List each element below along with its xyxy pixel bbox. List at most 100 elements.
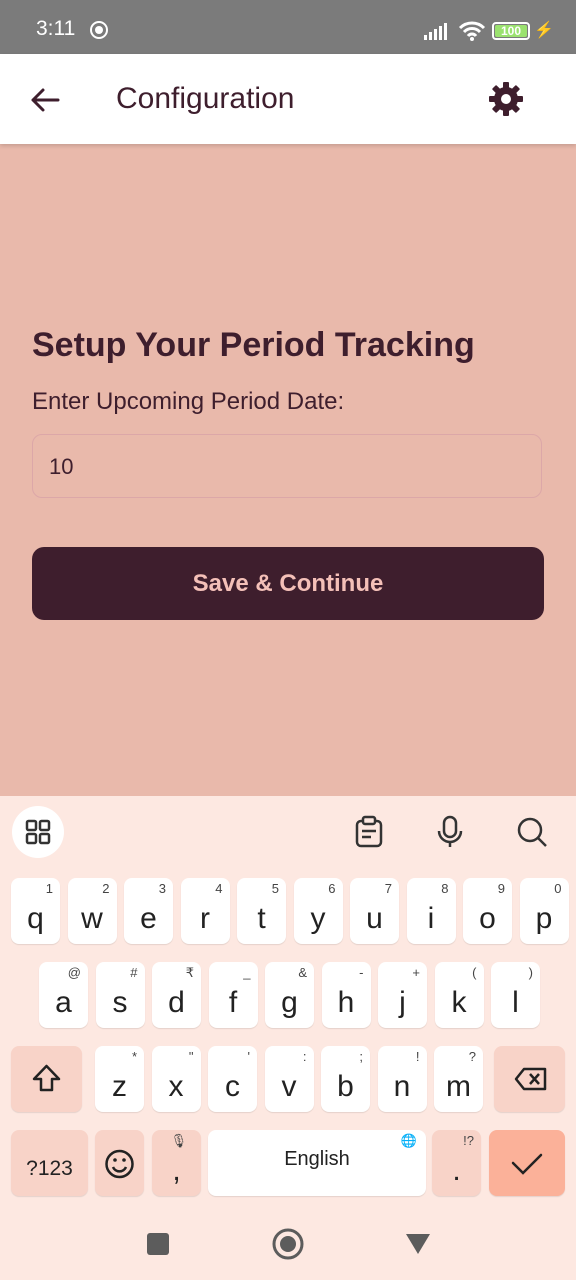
key-c[interactable]: ' c (208, 1046, 257, 1112)
key-hint: ( (472, 965, 477, 980)
key-h[interactable]: -h (321, 962, 371, 1028)
battery-icon: 100 (492, 22, 530, 40)
key-u[interactable]: 7u (350, 878, 399, 944)
key-n[interactable]: ! n (377, 1046, 427, 1112)
emoji-key[interactable] (95, 1130, 144, 1196)
key-label: f (228, 986, 238, 1019)
key-label: k (451, 986, 467, 1019)
backspace-key[interactable] (494, 1046, 565, 1112)
key-hint: # (130, 965, 138, 980)
key-label: v (281, 1070, 297, 1103)
key-d[interactable]: ₹ d (152, 962, 201, 1028)
key-hint: ₹ (185, 965, 194, 980)
page-title: Configuration (116, 82, 295, 115)
key-x[interactable]: " x (151, 1046, 201, 1112)
key-hint: 6 (328, 881, 336, 896)
key-k[interactable]: (k (434, 962, 484, 1028)
key-b[interactable]: ; b (321, 1046, 370, 1112)
space-key[interactable]: 🌐 English (208, 1130, 426, 1196)
comma-key[interactable]: 🎙 , (152, 1130, 201, 1196)
key-hint: 8 (441, 881, 449, 896)
key-label: u (366, 902, 383, 935)
arrow-left-icon[interactable] (28, 83, 62, 117)
key-label: s (112, 986, 128, 1019)
home-icon[interactable] (271, 1227, 305, 1261)
period-date-input[interactable]: 10 (32, 434, 542, 498)
dnd-icon (90, 21, 108, 39)
checkmark-icon (511, 1153, 543, 1175)
key-f[interactable]: _ f (208, 962, 258, 1028)
key-hint: 2 (102, 881, 110, 896)
microphone-icon[interactable] (432, 814, 468, 850)
key-hint: 7 (384, 881, 392, 896)
key-label: x (168, 1070, 184, 1103)
key-label: n (393, 1070, 411, 1103)
key-o[interactable]: 9o (463, 878, 512, 944)
key-label: e (140, 902, 157, 935)
key-m[interactable]: ? m (434, 1046, 483, 1112)
key-hint: - (359, 965, 364, 980)
key-label: o (479, 902, 496, 935)
key-z[interactable]: * z (95, 1046, 144, 1112)
key-hint: 0 (554, 881, 562, 896)
back-triangle-icon[interactable] (404, 1232, 432, 1256)
key-e[interactable]: 3e (124, 878, 173, 944)
key-label: m (446, 1070, 471, 1103)
keyboard-menu-button[interactable] (12, 806, 64, 858)
key-label: y (310, 902, 326, 935)
mic-small-icon: 🎙 (170, 1133, 187, 1148)
key-label: r (200, 902, 210, 935)
key-label: a (55, 986, 72, 1019)
key-hint: ? (468, 1049, 476, 1064)
setup-heading: Setup Your Period Tracking (32, 326, 475, 364)
key-label: w (81, 902, 103, 935)
search-icon[interactable] (514, 814, 550, 850)
key-hint: 1 (45, 881, 53, 896)
key-hint: + (412, 965, 420, 980)
clipboard-icon[interactable] (351, 814, 387, 850)
key-hint: ' (247, 1049, 250, 1064)
key-hint: 4 (215, 881, 223, 896)
key-v[interactable]: :v (264, 1046, 314, 1112)
key-label: i (427, 902, 435, 935)
key-hint: & (298, 965, 307, 980)
key-label: p (535, 902, 553, 935)
key-hint: _ (243, 965, 251, 980)
shift-icon (32, 1064, 61, 1092)
key-j[interactable]: + j (378, 962, 427, 1028)
period-key[interactable]: !? . (432, 1130, 481, 1196)
key-label: g (281, 986, 298, 1019)
emoji-icon (105, 1149, 134, 1179)
key-a[interactable]: @ a (39, 962, 88, 1028)
key-label: z (112, 1070, 127, 1103)
key-p[interactable]: 0p (519, 878, 569, 944)
battery-level: 100 (500, 24, 522, 38)
enter-key[interactable] (489, 1130, 565, 1196)
grid-icon (25, 819, 51, 845)
key-q[interactable]: 1q (11, 878, 60, 944)
key-hint: ! (415, 1049, 420, 1064)
gear-icon[interactable] (487, 80, 525, 118)
key-s[interactable]: # s (95, 962, 145, 1028)
save-continue-button[interactable]: Save & Continue (32, 547, 544, 620)
key-label: d (168, 986, 185, 1019)
key-g[interactable]: & g (265, 962, 314, 1028)
key-l[interactable]: ) l (491, 962, 540, 1028)
key-hint: @ (67, 965, 81, 980)
key-hint: : (302, 1049, 307, 1064)
key-label: t (257, 902, 266, 935)
recents-icon[interactable] (146, 1232, 170, 1256)
key-w[interactable]: 2w (67, 878, 117, 944)
shift-key[interactable] (11, 1046, 82, 1112)
key-label: c (225, 1070, 240, 1103)
symbols-key[interactable]: ?123 (11, 1130, 88, 1196)
key-label: h (337, 986, 355, 1019)
key-label: b (337, 1070, 354, 1103)
key-i[interactable]: 8i (406, 878, 456, 944)
key-y[interactable]: 6y (293, 878, 343, 944)
key-hint: 3 (158, 881, 166, 896)
key-t[interactable]: 5t (237, 878, 286, 944)
key-hint: 9 (497, 881, 505, 896)
key-r[interactable]: 4r (180, 878, 230, 944)
key-hint: ) (528, 965, 533, 980)
